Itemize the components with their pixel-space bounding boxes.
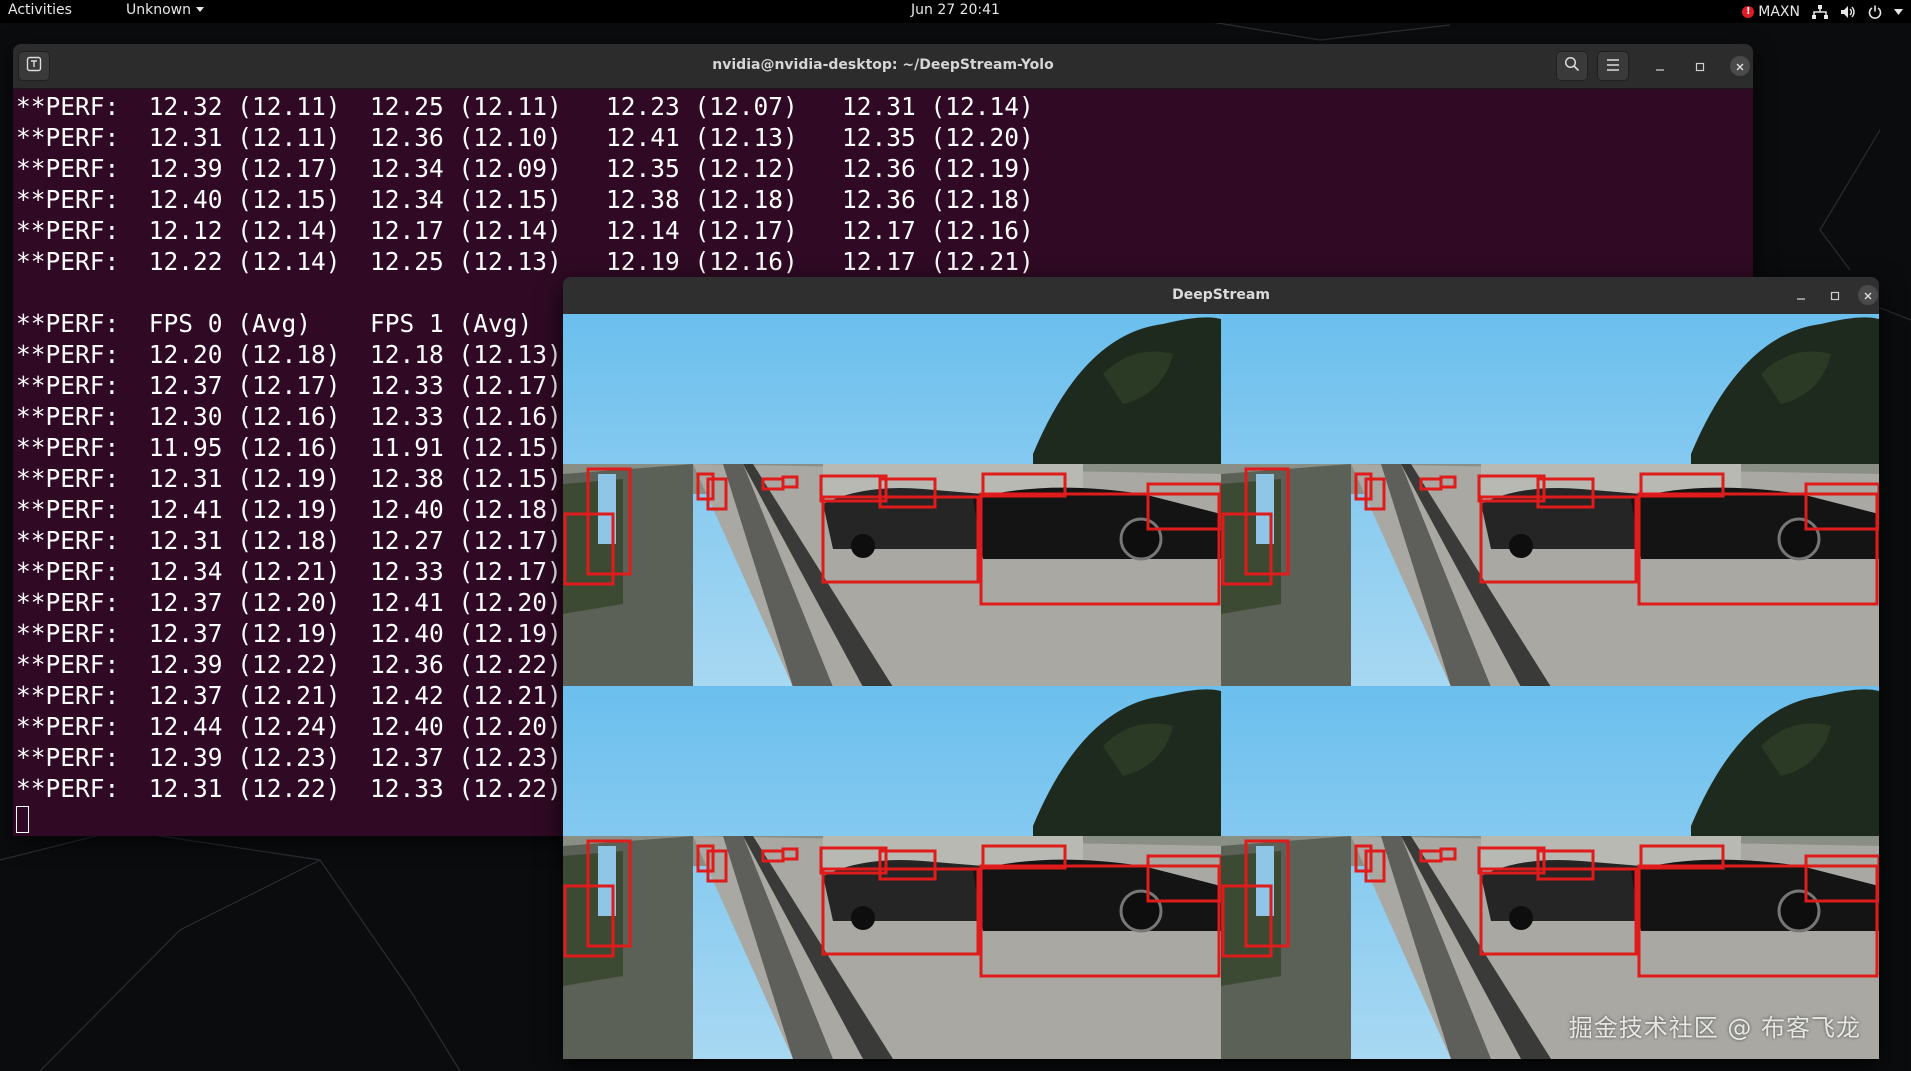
chevron-down-icon [1894, 8, 1903, 15]
power-mode-label: MAXN [1758, 3, 1800, 20]
hamburger-menu-icon [1605, 57, 1621, 76]
video-frame [563, 686, 1221, 1059]
clock-area: Jun 27 20:41 [0, 2, 1911, 18]
menu-button[interactable] [1597, 51, 1629, 81]
terminal-line: **PERF: 12.39 (12.17) 12.34 (12.09) 12.3… [16, 154, 1034, 183]
deepstream-window[interactable]: DeepStream 掘金技术社区 @ 布客飞龙 [563, 277, 1879, 1059]
power-mode-indicator[interactable]: ! MAXN [1742, 4, 1800, 20]
deepstream-title: DeepStream [1172, 287, 1270, 303]
video-tile-1 [1221, 314, 1879, 686]
terminal-line: **PERF: 12.31 (12.11) 12.36 (12.10) 12.4… [16, 123, 1034, 152]
deepstream-titlebar[interactable]: DeepStream [563, 277, 1879, 314]
maximize-icon [1830, 286, 1840, 305]
terminal-title: nvidia@nvidia-desktop: ~/DeepStream-Yolo [712, 57, 1054, 73]
text-cursor [16, 806, 29, 833]
power-icon [1868, 5, 1882, 19]
close-icon [1863, 286, 1873, 305]
minimize-icon [1796, 286, 1806, 305]
system-tray[interactable]: ! MAXN [1742, 0, 1903, 23]
terminal-line: **PERF: 12.12 (12.14) 12.17 (12.14) 12.1… [16, 216, 1034, 245]
ds-close-button[interactable] [1858, 285, 1878, 305]
video-grid [563, 314, 1879, 1059]
ds-minimize-button[interactable] [1791, 285, 1811, 305]
video-frame [1221, 314, 1879, 686]
network-icon [1812, 4, 1828, 19]
video-tile-2 [563, 686, 1221, 1059]
app-menu[interactable]: Unknown [126, 2, 204, 18]
terminal-line: **PERF: 12.32 (12.11) 12.25 (12.11) 12.2… [16, 92, 1034, 121]
terminal-line: **PERF: 12.40 (12.15) 12.34 (12.15) 12.3… [16, 185, 1034, 214]
top-bar: Activities Unknown Jun 27 20:41 ! MAXN [0, 0, 1911, 23]
alert-icon: ! [1742, 5, 1755, 18]
minimize-icon [1655, 57, 1665, 76]
search-icon [1564, 56, 1580, 76]
ds-maximize-button[interactable] [1825, 285, 1845, 305]
video-tile-3 [1221, 686, 1879, 1059]
terminal-headerbar[interactable]: nvidia@nvidia-desktop: ~/DeepStream-Yolo [13, 44, 1753, 89]
app-menu-label: Unknown [126, 2, 191, 18]
chevron-down-icon [196, 7, 204, 12]
search-button[interactable] [1556, 51, 1588, 81]
terminal-line: **PERF: 12.22 (12.14) 12.25 (12.13) 12.1… [16, 247, 1034, 276]
minimize-button[interactable] [1650, 56, 1670, 76]
volume-icon [1840, 5, 1856, 19]
maximize-icon [1695, 57, 1705, 76]
video-frame [563, 314, 1221, 686]
clock[interactable]: Jun 27 20:41 [911, 2, 1000, 18]
video-frame [1221, 686, 1879, 1059]
maximize-button[interactable] [1690, 56, 1710, 76]
close-button[interactable] [1730, 56, 1750, 76]
close-icon [1735, 57, 1745, 76]
activities-button[interactable]: Activities [8, 2, 72, 18]
video-tile-0 [563, 314, 1221, 686]
watermark-text: 掘金技术社区 @ 布客飞龙 [1568, 1014, 1861, 1042]
